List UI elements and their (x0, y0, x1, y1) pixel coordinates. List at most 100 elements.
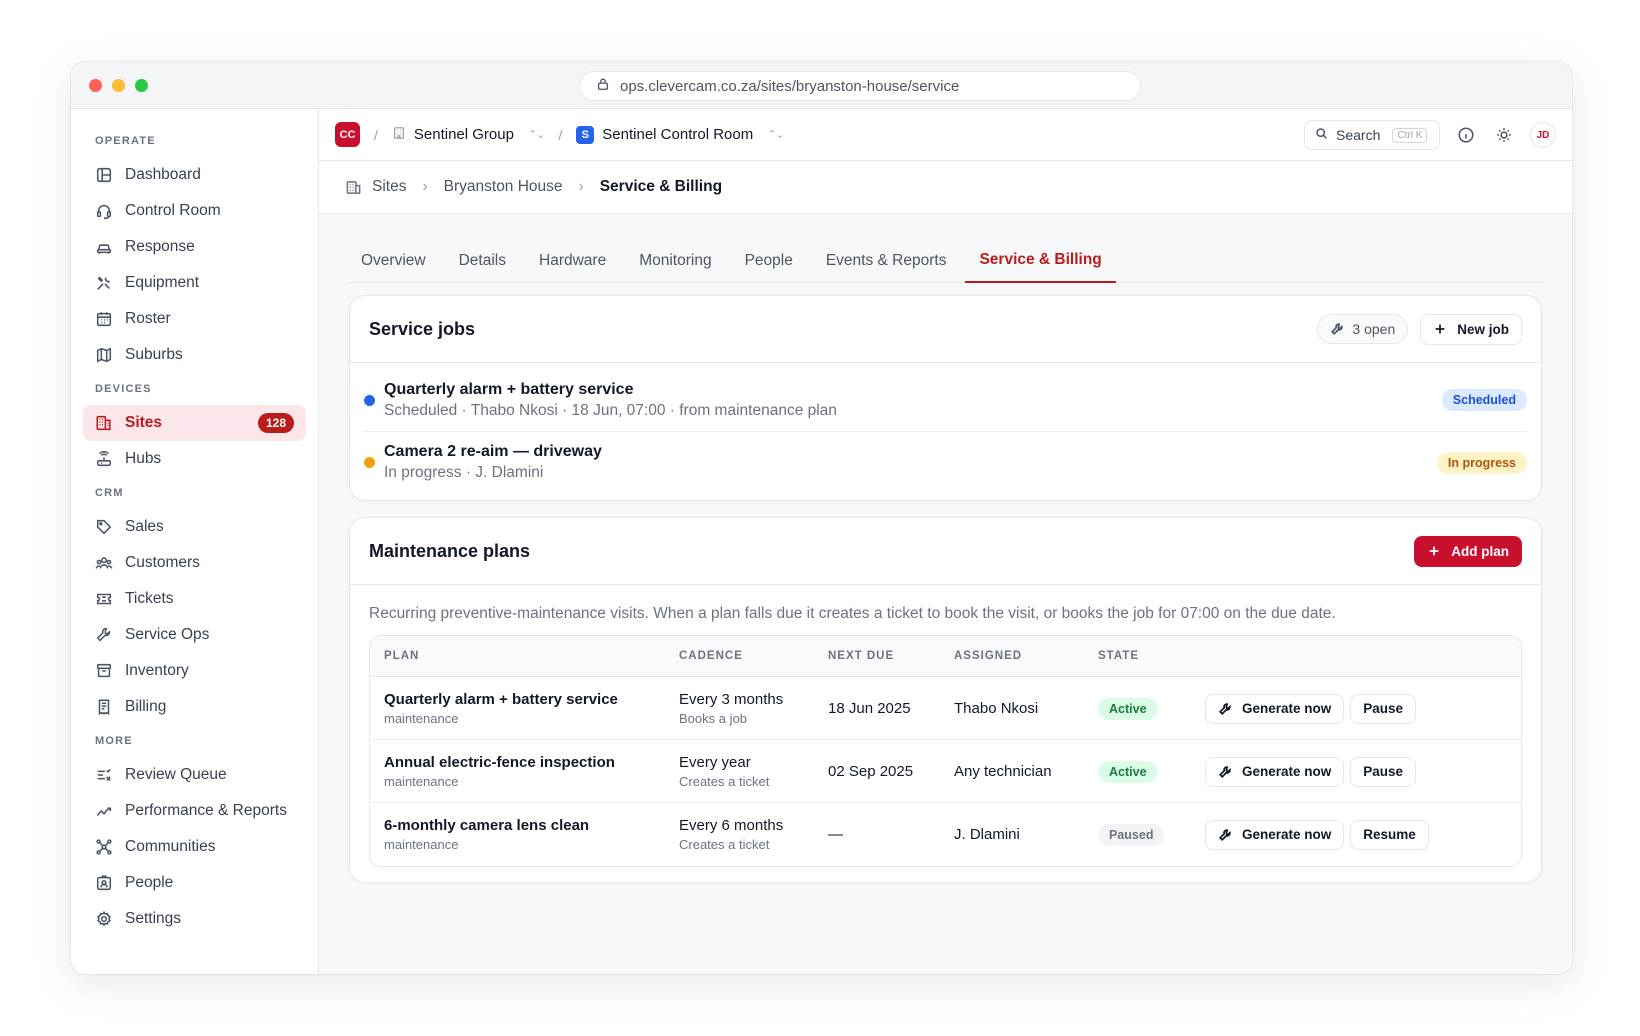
add-plan-button[interactable]: Add plan (1414, 535, 1522, 567)
sidebar-item-sales[interactable]: Sales (83, 509, 306, 545)
theme-toggle-button[interactable] (1492, 123, 1516, 147)
sidebar-item-label: Tickets (125, 590, 174, 607)
wrench-icon (1218, 702, 1231, 715)
sidebar-item-sites[interactable]: Sites 128 (83, 405, 306, 441)
generate-now-label: Generate now (1242, 701, 1332, 716)
map-icon (96, 347, 112, 363)
sidebar-item-dashboard[interactable]: Dashboard (83, 157, 306, 193)
sidebar-item-settings[interactable]: Settings (83, 901, 306, 937)
maximize-window-button[interactable] (135, 79, 148, 92)
url-text: ops.clevercam.co.za/sites/bryanston-hous… (620, 77, 960, 95)
sidebar-item-service-ops[interactable]: Service Ops (83, 617, 306, 653)
sidebar-item-label: Control Room (125, 202, 221, 219)
address-bar[interactable]: ops.clevercam.co.za/sites/bryanston-hous… (579, 71, 1141, 101)
sidebar-item-label: Suburbs (125, 346, 183, 363)
breadcrumb-sites[interactable]: Sites (372, 178, 406, 196)
sites-count-badge: 128 (257, 413, 294, 433)
sidebar-item-hubs[interactable]: Hubs (83, 441, 306, 477)
sidebar-item-suburbs[interactable]: Suburbs (83, 337, 306, 373)
tab-events-reports[interactable]: Events & Reports (812, 239, 961, 283)
network-icon (96, 839, 112, 855)
status-badge: In progress (1436, 451, 1527, 474)
generate-now-button[interactable]: Generate now (1205, 756, 1345, 787)
group-selector[interactable]: Sentinel Group ⌃⌄ (392, 126, 545, 144)
sidebar-item-people[interactable]: People (83, 865, 306, 901)
sidebar-item-response[interactable]: Response (83, 229, 306, 265)
service-job-row[interactable]: Quarterly alarm + battery service Schedu… (364, 369, 1527, 431)
table-header: PLAN CADENCE NEXT DUE ASSIGNED STATE (370, 636, 1521, 677)
plan-next-due: 02 Sep 2025 (828, 763, 914, 780)
chevron-updown-icon: ⌃⌄ (527, 129, 545, 141)
plan-type: maintenance (384, 774, 459, 789)
tab-monitoring[interactable]: Monitoring (625, 239, 725, 283)
room-badge: S (576, 125, 595, 144)
gear-icon (97, 910, 111, 927)
service-job-row[interactable]: Camera 2 re-aim — driveway In progress ·… (364, 431, 1527, 493)
sidebar-item-label: Dashboard (125, 166, 201, 183)
sidebar-item-roster[interactable]: Roster (83, 301, 306, 337)
resume-plan-button[interactable]: Resume (1350, 819, 1429, 850)
plan-name[interactable]: Quarterly alarm + battery service (384, 691, 618, 708)
info-button[interactable] (1454, 123, 1478, 147)
control-room-selector[interactable]: S Sentinel Control Room ⌃⌄ (576, 125, 785, 144)
breadcrumb-site[interactable]: Bryanston House (444, 178, 563, 196)
job-title: Quarterly alarm + battery service (384, 380, 634, 398)
sidebar-item-label: Equipment (125, 274, 200, 291)
pause-plan-button[interactable]: Pause (1350, 756, 1417, 787)
trend-icon (96, 807, 112, 817)
plan-name[interactable]: 6-monthly camera lens clean (384, 817, 589, 834)
sidebar-item-review-queue[interactable]: Review Queue (83, 757, 306, 793)
sidebar-item-tickets[interactable]: Tickets (83, 581, 306, 617)
sidebar-item-billing[interactable]: Billing (83, 689, 306, 725)
car-icon (96, 244, 112, 254)
sidebar-item-inventory[interactable]: Inventory (83, 653, 306, 689)
search-button[interactable]: Search Ctrl K (1304, 120, 1440, 150)
minimize-window-button[interactable] (112, 79, 125, 92)
new-job-button[interactable]: New job (1420, 313, 1522, 345)
wrench-icon (1218, 765, 1231, 778)
group-name: Sentinel Group (413, 126, 514, 143)
dashboard-icon (96, 167, 112, 183)
close-window-button[interactable] (89, 79, 102, 92)
sidebar-item-label: Performance & Reports (125, 802, 287, 819)
job-title: Camera 2 re-aim — driveway (384, 443, 602, 460)
sidebar-item-equipment[interactable]: Equipment (83, 265, 306, 301)
wrench-icon (1331, 323, 1344, 336)
col-cadence: CADENCE (679, 650, 743, 662)
status-badge: Scheduled (1441, 389, 1527, 411)
tab-service-billing[interactable]: Service & Billing (965, 239, 1116, 283)
card-title: Maintenance plans (369, 540, 531, 561)
status-dot (364, 457, 375, 468)
org-badge[interactable]: CC (335, 122, 360, 147)
sidebar-item-customers[interactable]: Customers (83, 545, 306, 581)
user-avatar[interactable]: JD (1530, 122, 1556, 148)
sidebar-item-control-room[interactable]: Control Room (83, 193, 306, 229)
generate-now-label: Generate now (1242, 827, 1332, 842)
tab-details[interactable]: Details (445, 239, 520, 283)
plan-next-due: 18 Jun 2025 (828, 700, 911, 717)
plan-cadence: Every year (679, 754, 751, 771)
maintenance-table: PLAN CADENCE NEXT DUE ASSIGNED STATE Qua… (369, 635, 1522, 867)
open-jobs-filter[interactable]: 3 open (1317, 314, 1409, 344)
sidebar-item-performance-reports[interactable]: Performance & Reports (83, 793, 306, 829)
job-list: Quarterly alarm + battery service Schedu… (350, 369, 1541, 493)
tab-overview[interactable]: Overview (347, 239, 440, 283)
plan-cadence-mode: Books a job (679, 711, 747, 726)
wrench-icon (96, 627, 111, 642)
plan-assignee: J. Dlamini (954, 826, 1020, 843)
plan-name[interactable]: Annual electric-fence inspection (384, 754, 615, 771)
receipt-icon (98, 699, 110, 716)
plan-assignee: Thabo Nkosi (954, 700, 1039, 717)
tab-people[interactable]: People (731, 239, 807, 283)
generate-now-button[interactable]: Generate now (1205, 693, 1345, 724)
browser-window: ops.clevercam.co.za/sites/bryanston-hous… (71, 62, 1572, 974)
generate-now-button[interactable]: Generate now (1205, 819, 1345, 850)
plan-assignee: Any technician (954, 763, 1052, 780)
sidebar-item-label: Review Queue (125, 766, 227, 783)
wrench-icon (1218, 828, 1231, 841)
sidebar-item-communities[interactable]: Communities (83, 829, 306, 865)
search-shortcut: Ctrl K (1392, 127, 1428, 143)
tab-hardware[interactable]: Hardware (525, 239, 620, 283)
sidebar-item-label: Roster (125, 310, 171, 327)
pause-plan-button[interactable]: Pause (1350, 693, 1417, 724)
